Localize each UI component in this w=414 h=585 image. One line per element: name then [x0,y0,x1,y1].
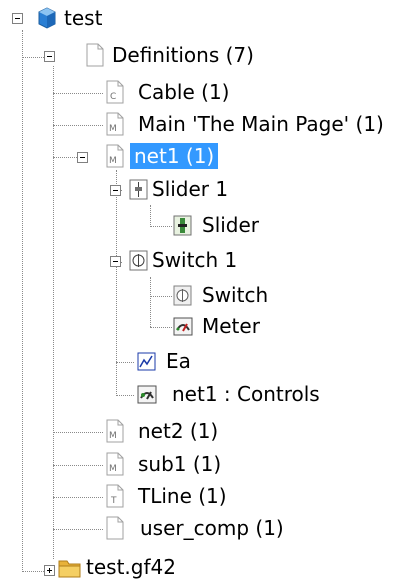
tree-node-label: Slider [202,213,260,237]
tree-node-definitions[interactable]: Definitions (7) [84,41,284,73]
tree-node-net1[interactable]: M net1 (1) [104,142,264,174]
tree-connector [116,362,134,363]
tree-connector [53,66,54,559]
collapse-toggle[interactable] [12,13,23,24]
tree-connector [53,125,103,126]
tree-node-ea[interactable]: Ea [136,347,256,379]
document-icon [86,43,104,67]
svg-text:M: M [109,464,117,474]
svg-text:M: M [109,431,117,441]
component-m-icon: M [106,144,124,168]
switch-group-icon [129,250,148,271]
component-m-icon: M [106,112,124,136]
tree-connector [53,465,103,466]
tree-connector [53,529,103,530]
tree-node-label: Ea [166,349,191,373]
expand-toggle[interactable] [44,565,55,576]
tree-node-sub1[interactable]: M sub1 (1) [104,450,244,482]
collapse-toggle[interactable] [110,256,121,267]
tree-node-label: user_comp (1) [140,516,284,540]
tree-node-slider[interactable]: Slider [172,211,292,243]
tree-node-root[interactable]: test [36,4,156,36]
slider-group-icon [129,179,148,200]
tree-connector [116,395,134,396]
component-m-icon: M [106,419,124,443]
controls-icon [137,385,157,404]
slider-icon [173,215,192,236]
tree-node-main[interactable]: M Main 'The Main Page' (1) [104,110,404,142]
tree-node-label: TLine (1) [138,484,227,508]
tree-node-switch-1[interactable]: Switch 1 [128,246,268,278]
component-c-icon: C [106,80,124,104]
tree-connector [150,226,172,227]
collapse-toggle[interactable] [110,185,121,196]
tree-node-net1-controls[interactable]: net1 : Controls [136,380,376,412]
tree-node-label: Switch [202,283,269,307]
collapse-toggle[interactable] [77,152,88,163]
document-icon [106,516,124,540]
tree-node-label: Main 'The Main Page' (1) [138,112,384,136]
svg-text:T: T [110,496,117,506]
tree-node-user-comp[interactable]: user_comp (1) [104,514,324,546]
collapse-toggle[interactable] [44,51,55,62]
tree-node-label: Switch 1 [152,248,238,272]
project-tree: test Definitions (7) C Cable (1) M Main … [0,0,414,580]
tree-connector [150,277,151,327]
tree-node-label: net1 (1) [130,143,219,169]
tree-node-tline[interactable]: T TLine (1) [104,482,264,514]
tree-node-folder[interactable]: test.gf42 [58,553,218,585]
tree-connector [53,497,103,498]
tree-connector [53,93,103,94]
tree-node-label: test.gf42 [86,555,176,579]
tree-connector [150,205,151,227]
tree-node-label: Meter [202,314,260,338]
component-m-icon: M [106,452,124,476]
graph-icon [137,352,156,371]
switch-icon [173,285,192,306]
tree-node-label: Slider 1 [152,177,229,201]
svg-text:C: C [110,92,116,102]
svg-text:M: M [109,156,117,166]
folder-icon [58,560,81,578]
tree-node-label: Cable (1) [138,80,230,104]
tree-node-meter[interactable]: Meter [172,312,292,344]
tree-node-switch[interactable]: Switch [172,281,292,313]
meter-icon [173,317,193,336]
tree-node-net2[interactable]: M net2 (1) [104,417,244,449]
tree-connector [150,327,172,328]
tree-connector [53,432,103,433]
tree-connector [22,30,23,572]
tree-node-label: sub1 (1) [138,452,222,476]
tree-node-label: net2 (1) [138,419,219,443]
component-t-icon: T [106,484,124,508]
svg-text:M: M [109,124,117,134]
tree-node-label: Definitions (7) [112,43,254,67]
tree-node-label: net1 : Controls [172,382,320,406]
tree-node-cable[interactable]: C Cable (1) [104,78,284,110]
tree-connector [150,296,172,297]
tree-node-label: test [64,6,103,30]
tree-node-slider-1[interactable]: Slider 1 [128,175,268,207]
cube-icon [38,7,56,29]
